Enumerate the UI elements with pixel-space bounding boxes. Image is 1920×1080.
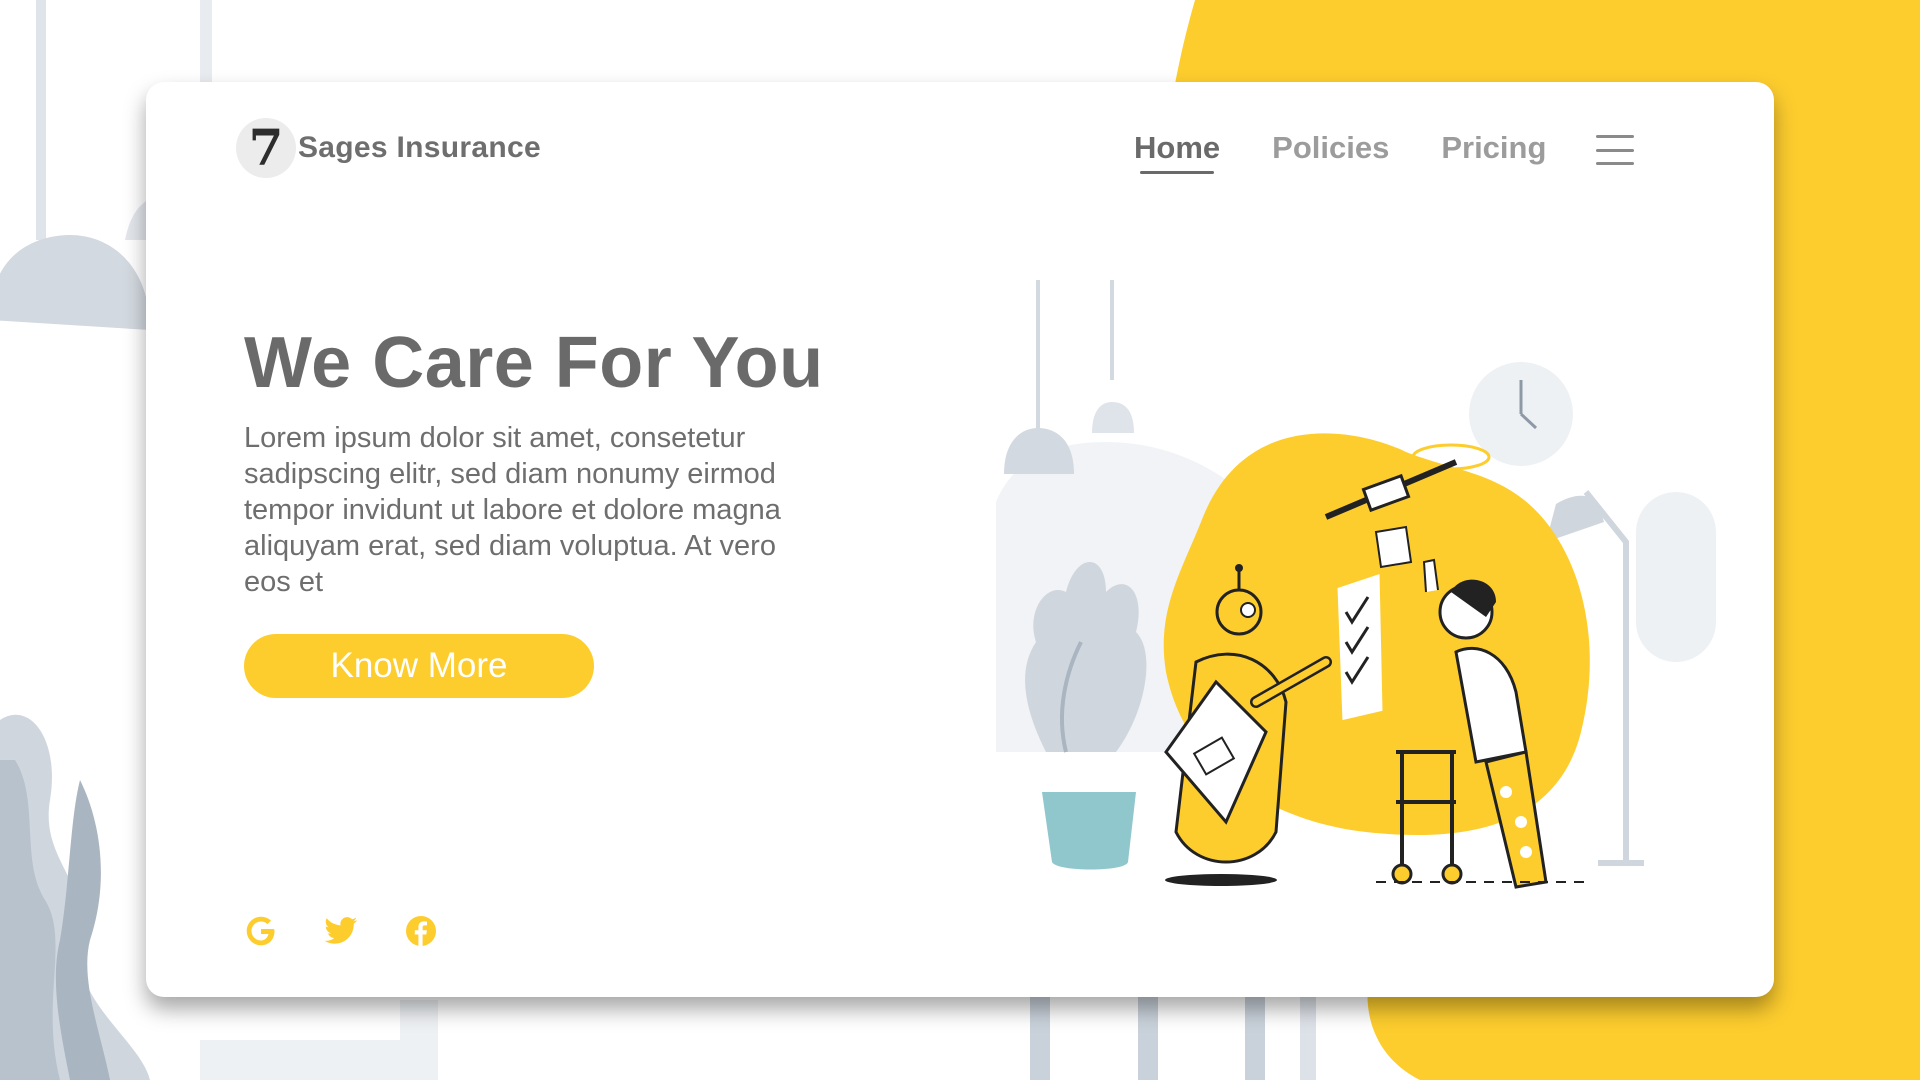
brand[interactable]: 7 Sages Insurance [236,118,541,178]
social-links [244,914,484,948]
landing-card: 7 Sages Insurance Home Policies Pricing … [146,82,1774,997]
nav-pricing[interactable]: Pricing [1441,130,1546,170]
main-nav: Home Policies Pricing [1134,130,1635,174]
brand-name: Sages Insurance [298,131,541,164]
google-icon[interactable] [244,914,278,948]
hamburger-icon[interactable] [1596,135,1635,165]
nav-home[interactable]: Home [1134,130,1220,174]
hero-title: We Care For You [244,323,824,403]
facebook-icon[interactable] [404,914,438,948]
hero-body: Lorem ipsum dolor sit amet, consetetur s… [244,422,781,598]
logo-icon: 7 [236,118,296,178]
twitter-icon[interactable] [324,914,358,948]
hero-illustration [996,280,1716,889]
know-more-button[interactable]: Know More [244,634,594,698]
nav-policies[interactable]: Policies [1272,130,1389,170]
